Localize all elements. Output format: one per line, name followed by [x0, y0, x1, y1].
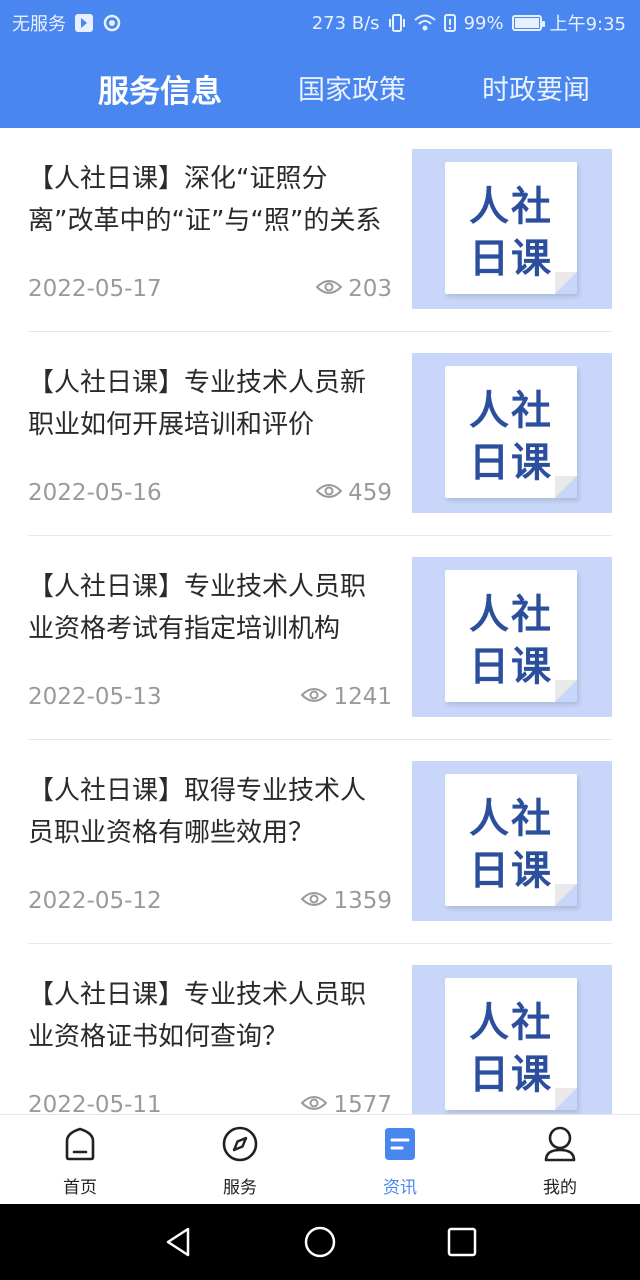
article-views: 1359: [301, 888, 392, 914]
clock: 上午9:35: [549, 14, 626, 35]
thumbnail-text-line2: 日课: [469, 1052, 553, 1098]
net-speed-label: 273 B/s: [311, 12, 380, 34]
nav-home[interactable]: 首页: [0, 1115, 160, 1205]
article-title: 【人社日课】专业技术人员职业资格考试有指定培训机构: [28, 572, 367, 644]
article-views: 459: [315, 480, 392, 506]
article-item[interactable]: 【人社日课】深化“证照分离”改革中的“证”与“照”的关系 2022-05-17 20…: [28, 128, 612, 332]
article-list: 【人社日课】深化“证照分离”改革中的“证”与“照”的关系 2022-05-17 20…: [0, 128, 640, 1114]
view-count: 459: [348, 480, 392, 506]
nav-news[interactable]: 资讯: [320, 1115, 480, 1205]
article-thumbnail[interactable]: 人社 日课: [412, 761, 612, 921]
thumbnail-text-line2: 日课: [469, 440, 553, 486]
article-item[interactable]: 【人社日课】专业技术人员职业资格考试有指定培训机构 2022-05-13 1241 人…: [28, 536, 612, 740]
thumbnail-text-line1: 人社: [469, 388, 553, 434]
article-date: 2022-05-17: [28, 276, 162, 302]
thumbnail-text-line2: 日课: [469, 236, 553, 282]
article-date: 2022-05-11: [28, 1092, 162, 1114]
thumbnail-card: 人社 日课: [445, 774, 577, 906]
carrier-label: 无服务: [12, 14, 66, 35]
tab-national-policy[interactable]: 国家政策: [298, 68, 406, 107]
article-thumbnail[interactable]: 人社 日课: [412, 149, 612, 309]
thumbnail-card: 人社 日课: [445, 570, 577, 702]
tab-current-affairs[interactable]: 时政要闻: [482, 68, 590, 107]
thumbnail-card: 人社 日课: [445, 366, 577, 498]
article-thumbnail[interactable]: 人社 日课: [412, 353, 612, 513]
nav-mine[interactable]: 我的: [480, 1115, 640, 1205]
tab-service-info[interactable]: 服务信息: [98, 66, 222, 111]
status-bar: 无服务 273 B/s 99% 上午9:35: [0, 0, 640, 44]
sync-icon: [102, 13, 122, 33]
nav-service-label: 服务: [223, 1178, 257, 1198]
thumbnail-text-line1: 人社: [469, 184, 553, 230]
battery-icon: [511, 15, 545, 31]
article-title: 【人社日课】专业技术人员职业资格证书如何查询？: [28, 980, 367, 1052]
eye-icon: [301, 684, 328, 710]
eye-icon: [301, 1092, 328, 1114]
news-icon: [381, 1125, 419, 1163]
article-date: 2022-05-16: [28, 480, 162, 506]
eye-icon: [301, 888, 328, 914]
article-thumbnail[interactable]: 人社 日课: [412, 965, 612, 1114]
article-views: 1241: [301, 684, 392, 710]
thumbnail-text-line2: 日课: [469, 644, 553, 690]
article-views: 203: [315, 276, 392, 302]
app-header: 无服务 273 B/s 99% 上午9:35 服务信息 国家政策 时政要闻: [0, 0, 640, 128]
article-title: 【人社日课】专业技术人员新职业如何开展培训和评价: [28, 368, 367, 440]
article-item[interactable]: 【人社日课】专业技术人员职业资格证书如何查询？ 2022-05-11 1577 人社日…: [28, 944, 612, 1114]
eye-icon: [315, 480, 343, 506]
article-thumbnail[interactable]: 人社 日课: [412, 557, 612, 717]
eye-icon: [315, 276, 343, 302]
nav-news-label: 资讯: [383, 1178, 417, 1198]
article-item[interactable]: 【人社日课】专业技术人员新职业如何开展培训和评价 2022-05-16 459 人社日…: [28, 332, 612, 536]
home-icon: [61, 1125, 99, 1163]
article-item[interactable]: 【人社日课】取得专业技术人员职业资格有哪些效用？ 2022-05-12 1359 人社…: [28, 740, 612, 944]
article-title: 【人社日课】取得专业技术人员职业资格有哪些效用？: [28, 776, 367, 848]
user-icon: [541, 1125, 579, 1163]
view-count: 1241: [333, 684, 392, 710]
article-date: 2022-05-12: [28, 888, 162, 914]
view-count: 1359: [333, 888, 392, 914]
compass-icon: [221, 1125, 259, 1163]
bottom-nav: 首页 服务 资讯 我的: [0, 1114, 640, 1204]
system-nav-bar: [0, 1204, 640, 1280]
category-tabs: 服务信息 国家政策 时政要闻: [0, 44, 640, 128]
view-count: 203: [348, 276, 392, 302]
thumbnail-text-line1: 人社: [469, 592, 553, 638]
recents-icon[interactable]: [444, 1224, 480, 1260]
vibrate-icon: [388, 13, 406, 33]
nav-service[interactable]: 服务: [160, 1115, 320, 1205]
nav-mine-label: 我的: [543, 1178, 577, 1198]
thumbnail-text-line2: 日课: [469, 848, 553, 894]
view-count: 1577: [333, 1092, 392, 1114]
article-title: 【人社日课】深化“证照分离”改革中的“证”与“照”的关系: [28, 164, 382, 236]
home-button-icon[interactable]: [302, 1224, 338, 1260]
app-notification-icon: [74, 13, 94, 33]
thumbnail-card: 人社 日课: [445, 162, 577, 294]
thumbnail-text-line1: 人社: [469, 796, 553, 842]
article-views: 1577: [301, 1092, 392, 1114]
battery-alert-icon: [443, 13, 456, 33]
wifi-icon: [413, 14, 436, 32]
back-icon[interactable]: [160, 1224, 196, 1260]
battery-percent: 99%: [463, 12, 504, 34]
nav-home-label: 首页: [63, 1178, 97, 1198]
thumbnail-text-line1: 人社: [469, 1000, 553, 1046]
article-date: 2022-05-13: [28, 684, 162, 710]
thumbnail-card: 人社 日课: [445, 978, 577, 1110]
